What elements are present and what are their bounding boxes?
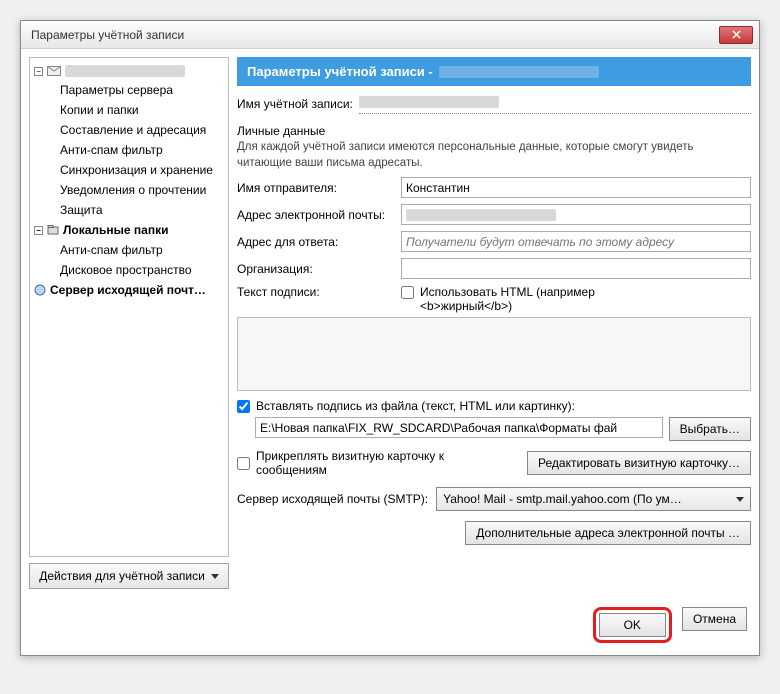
account-actions-label: Действия для учётной записи	[39, 569, 205, 583]
email-label: Адрес электронной почты:	[237, 208, 395, 222]
organization-label: Организация:	[237, 262, 395, 276]
cancel-button[interactable]: Отмена	[682, 607, 747, 631]
email-input[interactable]	[401, 204, 751, 225]
personal-legend: Личные данные	[237, 124, 751, 138]
attach-vcard-checkbox[interactable]	[237, 457, 250, 470]
extra-emails-button[interactable]: Дополнительные адреса электронной почты …	[465, 521, 751, 545]
attach-sig-file-checkbox[interactable]	[237, 400, 250, 413]
tree-item[interactable]: Защита	[30, 200, 228, 220]
banner-prefix: Параметры учётной записи -	[247, 64, 433, 79]
account-name-label: Имя учётной записи:	[237, 97, 353, 111]
tree-smtp-server[interactable]: Сервер исходящей почт…	[30, 280, 228, 300]
ok-button-highlight: OK	[593, 607, 672, 643]
ok-button[interactable]: OK	[599, 613, 666, 637]
collapse-icon[interactable]: −	[34, 67, 43, 76]
right-pane: Параметры учётной записи - Имя учётной з…	[237, 57, 751, 589]
signature-label: Текст подписи:	[237, 285, 395, 299]
settings-banner: Параметры учётной записи -	[237, 57, 751, 86]
account-tree[interactable]: − Параметры сервера Копии и папки Состав…	[29, 57, 229, 557]
use-html-label: Использовать HTML (например <b>жирный</b…	[420, 285, 650, 313]
tree-item[interactable]: Составление и адресация	[30, 120, 228, 140]
close-button[interactable]	[719, 26, 753, 44]
personal-hint: Для каждой учётной записи имеются персон…	[237, 140, 751, 171]
attach-sig-file-label: Вставлять подпись из файла (текст, HTML …	[256, 399, 575, 413]
tree-account-root[interactable]: −	[30, 62, 228, 80]
chevron-down-icon	[211, 574, 219, 579]
tree-item-label: Сервер исходящей почт…	[50, 283, 206, 297]
tree-item[interactable]: Копии и папки	[30, 100, 228, 120]
tree-item[interactable]: Параметры сервера	[30, 80, 228, 100]
smtp-selected-value: Yahoo! Mail - smtp.mail.yahoo.com (По ум…	[443, 492, 682, 506]
organization-input[interactable]	[401, 258, 751, 279]
signature-textarea[interactable]	[237, 317, 751, 391]
smtp-select[interactable]: Yahoo! Mail - smtp.mail.yahoo.com (По ум…	[436, 487, 751, 511]
collapse-icon[interactable]: −	[34, 226, 43, 235]
titlebar: Параметры учётной записи	[21, 21, 759, 49]
use-html-checkbox[interactable]	[401, 286, 414, 299]
account-name-field[interactable]	[359, 94, 751, 114]
edit-vcard-button[interactable]: Редактировать визитную карточку…	[527, 451, 751, 475]
account-settings-dialog: Параметры учётной записи − Параметры сер…	[20, 20, 760, 656]
tree-item[interactable]: Уведомления о прочтении	[30, 180, 228, 200]
reply-to-label: Адрес для ответа:	[237, 235, 395, 249]
blurred-account-name	[65, 65, 185, 77]
tree-item[interactable]: Анти-спам фильтр	[30, 240, 228, 260]
choose-file-button[interactable]: Выбрать…	[669, 417, 751, 441]
left-pane: − Параметры сервера Копии и папки Состав…	[29, 57, 229, 589]
tree-item-label: Локальные папки	[63, 223, 169, 237]
server-icon	[34, 284, 46, 296]
tree-item[interactable]: Синхронизация и хранение	[30, 160, 228, 180]
smtp-label: Сервер исходящей почты (SMTP):	[237, 492, 428, 506]
blurred-banner-email	[439, 66, 599, 78]
sender-name-input[interactable]	[401, 177, 751, 198]
sender-name-label: Имя отправителя:	[237, 181, 395, 195]
sig-file-path-input[interactable]	[255, 417, 663, 438]
chevron-down-icon	[736, 497, 744, 502]
attach-vcard-label: Прикреплять визитную карточку к сообщени…	[256, 449, 456, 477]
dialog-footer: OK Отмена	[21, 597, 759, 655]
mail-icon	[47, 66, 61, 76]
tree-item[interactable]: Дисковое пространство	[30, 260, 228, 280]
window-title: Параметры учётной записи	[31, 28, 719, 42]
reply-to-input[interactable]	[401, 231, 751, 252]
folder-icon	[47, 224, 59, 236]
account-actions-button[interactable]: Действия для учётной записи	[29, 563, 229, 589]
tree-item[interactable]: Анти-спам фильтр	[30, 140, 228, 160]
close-icon	[732, 30, 741, 39]
tree-local-folders[interactable]: − Локальные папки	[30, 220, 228, 240]
